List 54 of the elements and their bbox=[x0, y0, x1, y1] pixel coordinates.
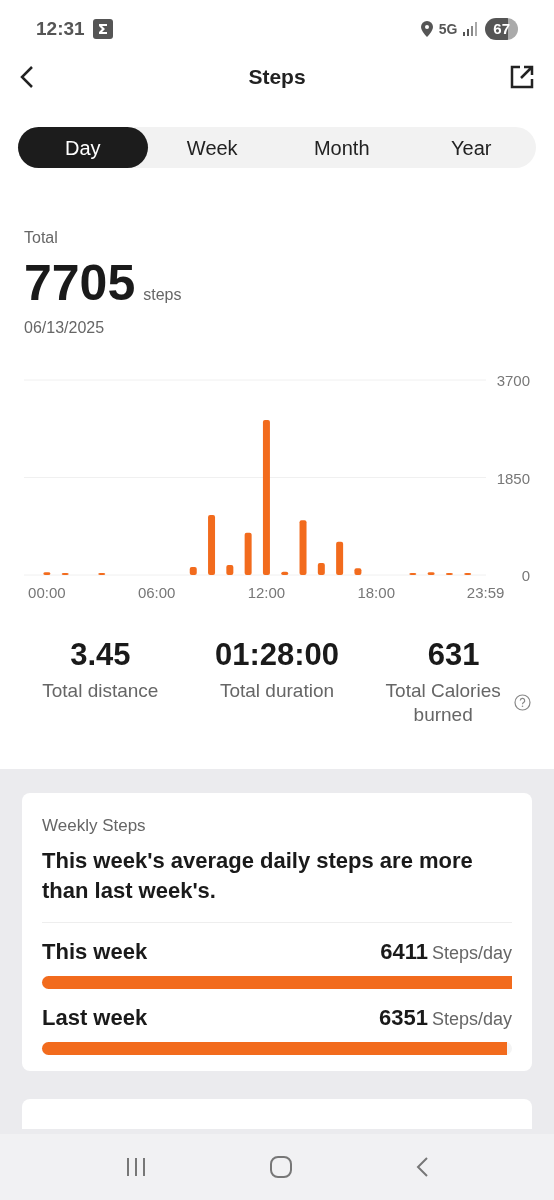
y-axis-label: 0 bbox=[521, 567, 530, 584]
x-axis-label: 23:59 bbox=[466, 584, 505, 601]
chart-bar bbox=[336, 541, 344, 575]
back-icon[interactable] bbox=[414, 1156, 429, 1178]
date-label: 06/13/2025 bbox=[24, 318, 106, 338]
battery-indicator: 67 bbox=[485, 18, 518, 40]
total-label: Total bbox=[24, 228, 59, 248]
recent-apps-icon[interactable] bbox=[125, 1156, 148, 1178]
week-label: This week bbox=[42, 938, 148, 966]
stat-value: 631 bbox=[427, 636, 480, 674]
chart-bar bbox=[43, 572, 51, 575]
signal-icon bbox=[463, 22, 480, 36]
sigma-icon bbox=[92, 19, 113, 39]
chart-bar bbox=[244, 532, 252, 575]
period-tab[interactable]: Day bbox=[18, 127, 148, 168]
clock: 12:31 bbox=[36, 16, 85, 41]
page-title: Steps bbox=[248, 64, 306, 91]
chart-bar bbox=[208, 514, 216, 575]
week-unit: Steps/day bbox=[431, 1008, 512, 1031]
card-message: This week's average daily steps are more than last week's. bbox=[42, 847, 474, 905]
card-title: Weekly Steps bbox=[42, 814, 147, 837]
chart-bar bbox=[189, 567, 197, 575]
location-icon bbox=[420, 21, 433, 37]
x-axis-label: 00:00 bbox=[28, 584, 66, 601]
week-unit: Steps/day bbox=[431, 942, 512, 965]
chart-bar bbox=[427, 572, 435, 575]
home-icon[interactable] bbox=[270, 1156, 292, 1178]
chart-bar bbox=[281, 571, 289, 575]
stat-label: Total duration bbox=[218, 678, 335, 703]
period-tab[interactable]: Week bbox=[147, 127, 277, 168]
stat-label: Total distance bbox=[41, 678, 160, 703]
y-axis-label: 1850 bbox=[496, 469, 530, 487]
x-axis-label: 18:00 bbox=[357, 584, 395, 601]
week-label: Last week bbox=[42, 1004, 148, 1032]
week-average: 6411 bbox=[380, 938, 428, 966]
period-tab[interactable]: Month bbox=[277, 127, 407, 168]
week-average: 6351 bbox=[379, 1004, 428, 1032]
chart-bar bbox=[317, 562, 325, 575]
stat-value: 01:28:00 bbox=[214, 636, 340, 674]
chart-bar bbox=[226, 565, 234, 575]
total-steps-value: 7705 bbox=[24, 254, 136, 312]
share-icon bbox=[510, 65, 534, 89]
stat-value: 3.45 bbox=[70, 636, 131, 674]
period-tab[interactable]: Year bbox=[406, 127, 536, 168]
chart-bar bbox=[299, 520, 307, 575]
x-axis-label: 06:00 bbox=[137, 584, 176, 601]
steps-unit: steps bbox=[143, 285, 182, 305]
back-icon bbox=[20, 65, 34, 89]
network-label: 5G bbox=[438, 19, 458, 39]
stat-label: Total Calories burned bbox=[384, 678, 502, 727]
help-icon[interactable] bbox=[514, 694, 532, 711]
y-axis-label: 3700 bbox=[496, 372, 530, 389]
x-axis-label: 12:00 bbox=[247, 584, 286, 601]
chart-bar bbox=[354, 568, 362, 575]
